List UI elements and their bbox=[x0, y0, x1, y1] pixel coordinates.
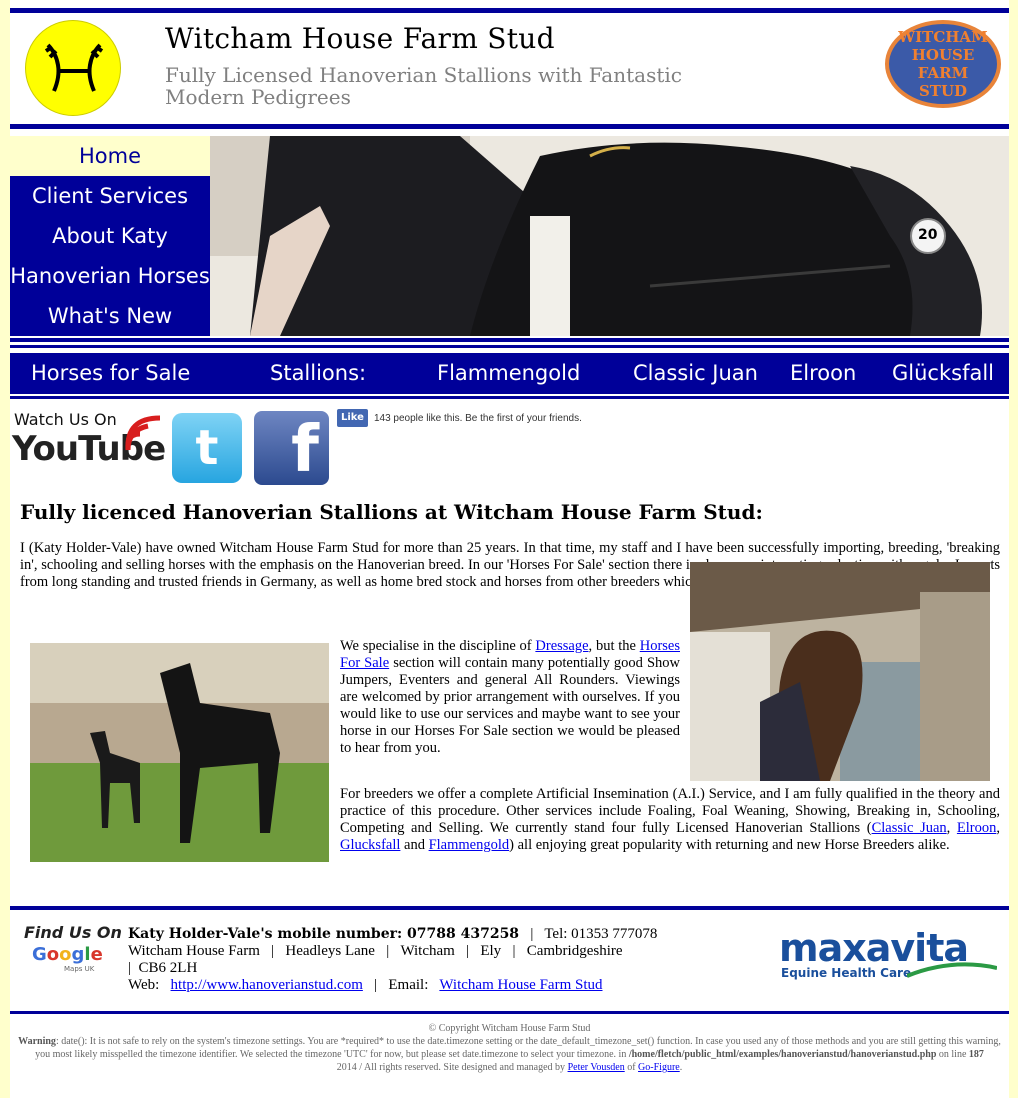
email-link[interactable]: Witcham House Farm Stud bbox=[439, 977, 602, 993]
legal-footer: © Copyright Witcham House Farm Stud Warn… bbox=[10, 1022, 1009, 1074]
glucksfall-link[interactable]: Glucksfall bbox=[340, 837, 400, 853]
elroon-link[interactable]: Elroon bbox=[957, 820, 996, 836]
contact-details: Katy Holder-Vale's mobile number: 07788 … bbox=[128, 926, 748, 994]
horsebar-flammengold[interactable]: Flammengold bbox=[437, 353, 580, 394]
horsebar-elroon[interactable]: Elroon bbox=[790, 353, 856, 394]
facebook-like-widget: Like 143 people like this. Be the first … bbox=[337, 409, 582, 427]
dressage-paragraph: We specialise in the discipline of Dress… bbox=[340, 638, 681, 756]
main-nav: Home Client Services About Katy Hanoveri… bbox=[10, 136, 210, 336]
header-rule bbox=[10, 124, 1009, 129]
green-swoosh-icon bbox=[907, 962, 997, 978]
telephone: Tel: 01353 777078 bbox=[544, 926, 658, 942]
rights-line: 2014 / All rights reserved. Site designe… bbox=[336, 1062, 683, 1073]
services-paragraph: For breeders we offer a complete Artific… bbox=[340, 786, 1000, 853]
google-logo: Google bbox=[32, 944, 103, 965]
address: Witcham House Farm | Headleys Lane | Wit… bbox=[128, 943, 623, 959]
top-rule bbox=[10, 8, 1009, 13]
hero-dressage-photo: 20 bbox=[210, 136, 1009, 336]
facebook-like-count: 143 people like this. Be the first of yo… bbox=[373, 412, 582, 424]
site-tagline: Fully Licensed Hanoverian Stallions with… bbox=[165, 63, 682, 109]
site-title: Witcham House Farm Stud bbox=[165, 22, 555, 55]
flammengold-link[interactable]: Flammengold bbox=[429, 837, 510, 853]
stud-logo-glyph-icon bbox=[44, 43, 104, 92]
nav-item-hanoverian-horses[interactable]: Hanoverian Horses bbox=[10, 256, 210, 296]
horsebar-classic-juan[interactable]: Classic Juan bbox=[633, 353, 758, 394]
nav-item-home[interactable]: Home bbox=[10, 136, 210, 176]
wifi-waves-icon bbox=[125, 415, 161, 451]
nav-item-about-katy[interactable]: About Katy bbox=[10, 216, 210, 256]
designer-link[interactable]: Peter Vousden bbox=[568, 1062, 625, 1073]
nav-item-whats-new[interactable]: What's New bbox=[10, 296, 210, 336]
mare-and-foal-photo bbox=[30, 643, 329, 862]
youtube-button[interactable]: Watch Us On YouTube bbox=[12, 410, 166, 486]
stable-horse-photo bbox=[690, 562, 990, 781]
mobile-number: Katy Holder-Vale's mobile number: 07788 … bbox=[128, 926, 520, 942]
copyright: © Copyright Witcham House Farm Stud bbox=[428, 1023, 591, 1034]
twitter-icon[interactable]: t bbox=[172, 413, 242, 483]
stud-badge-text: WITCHAM HOUSE FARM STUD bbox=[898, 28, 988, 100]
horse-bar: Horses for Sale Stallions: Flammengold C… bbox=[10, 353, 1009, 394]
website-link[interactable]: http://www.hanoverianstud.com bbox=[171, 977, 363, 993]
footer-bottom-rule bbox=[10, 1011, 1009, 1014]
horsebar-stallions-label: Stallions: bbox=[270, 361, 367, 385]
facebook-icon[interactable]: f bbox=[254, 411, 329, 485]
stud-badge-logo[interactable]: WITCHAM HOUSE FARM STUD bbox=[885, 20, 1001, 108]
competitor-number-tag: 20 bbox=[918, 227, 938, 243]
dressage-link[interactable]: Dressage bbox=[535, 638, 588, 654]
php-warning: Warning: date(): It is not safe to rely … bbox=[18, 1036, 1001, 1060]
nav-item-client-services[interactable]: Client Services bbox=[10, 176, 210, 216]
classic-juan-link[interactable]: Classic Juan bbox=[872, 820, 947, 836]
nav-bottom-rule bbox=[10, 338, 1009, 342]
google-maps-sub: Maps UK bbox=[64, 965, 95, 973]
facebook-like-button[interactable]: Like bbox=[337, 409, 368, 427]
horsebar-glucksfall[interactable]: Glücksfall bbox=[892, 353, 994, 394]
company-link[interactable]: Go-Figure bbox=[638, 1062, 680, 1073]
maxavita-sponsor-logo[interactable]: maxavita Equine Health Care bbox=[779, 929, 999, 980]
page-container: Witcham House Farm Stud Fully Licensed H… bbox=[10, 0, 1009, 1098]
stud-logo[interactable] bbox=[25, 20, 121, 116]
horsebar-bottom-rule bbox=[10, 396, 1009, 399]
content-heading: Fully licenced Hanoverian Stallions at W… bbox=[20, 500, 763, 524]
nav-bottom-rule-2 bbox=[10, 345, 1009, 348]
find-us-google-maps[interactable]: Find Us On Google Maps UK bbox=[24, 923, 124, 983]
horsebar-horses-for-sale[interactable]: Horses for Sale bbox=[31, 353, 190, 394]
footer-top-rule bbox=[10, 906, 1009, 910]
postcode: CB6 2LH bbox=[138, 960, 198, 976]
find-us-title: Find Us On bbox=[24, 923, 122, 942]
